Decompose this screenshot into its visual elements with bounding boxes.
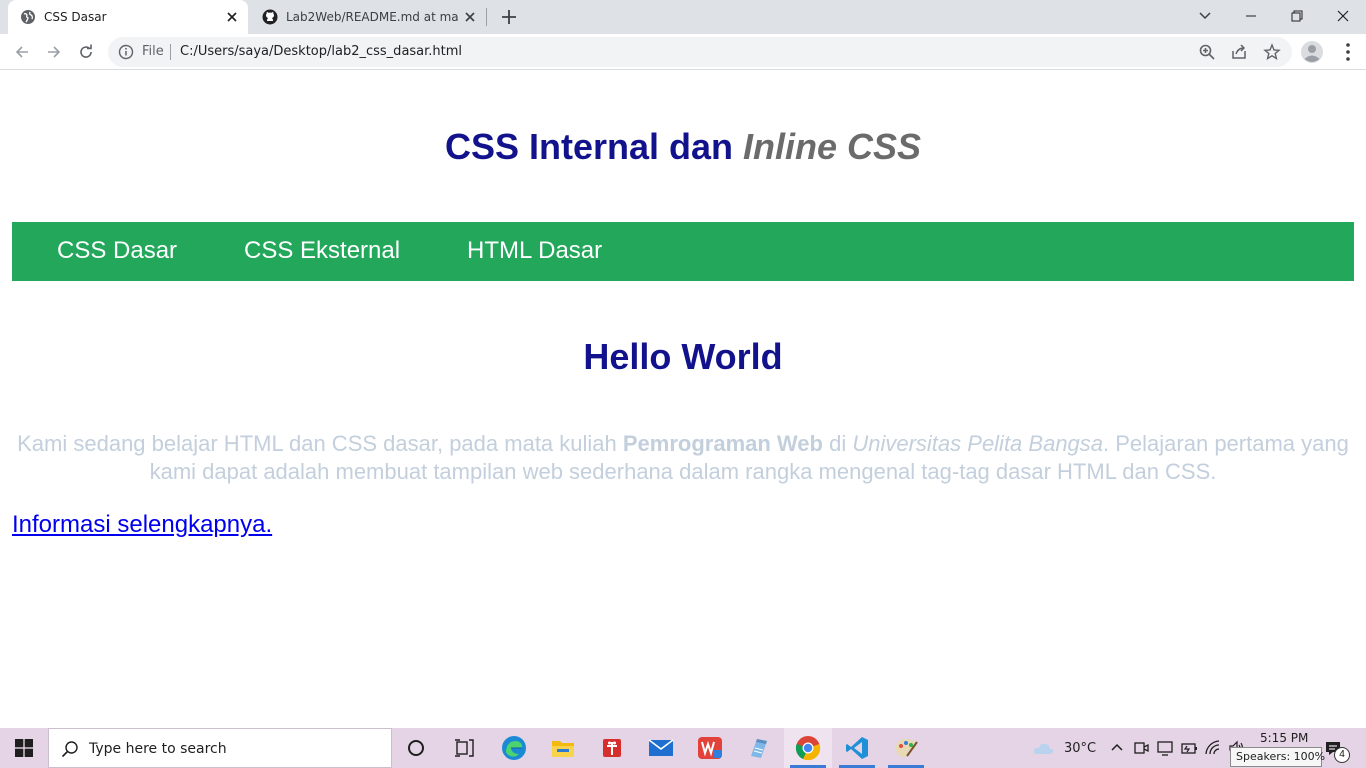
chrome-icon [795, 736, 821, 761]
edge-icon [502, 736, 526, 760]
edge-taskbar-button[interactable] [490, 728, 538, 768]
tab-title: Lab2Web/README.md at master [286, 10, 458, 24]
cortana-icon [408, 740, 424, 756]
globe-icon [21, 10, 35, 24]
bookmark-star-icon[interactable] [1263, 43, 1281, 61]
zoom-icon[interactable] [1198, 43, 1216, 61]
arrow-left-icon [15, 46, 28, 58]
github-icon [262, 9, 278, 25]
minimize-button[interactable] [1228, 0, 1274, 32]
nav-link-css-eksternal[interactable]: CSS Eksternal [244, 237, 400, 265]
nav-link-css-dasar[interactable]: CSS Dasar [57, 237, 177, 265]
taskbar: Type here to search 30°C 5:15 PM [0, 728, 1366, 768]
tab-strip: CSS Dasar Lab2Web/README.md at master [0, 0, 1366, 34]
reload-icon [80, 44, 92, 58]
clock-time[interactable]: 5:15 PM [1260, 731, 1308, 745]
paragraph-text: di [822, 431, 853, 456]
mail-button[interactable] [637, 728, 685, 768]
intro-paragraph: Kami sedang belajar HTML dan CSS dasar, … [12, 430, 1354, 486]
start-button[interactable] [0, 728, 48, 768]
chevron-up-icon[interactable] [1108, 739, 1126, 757]
notepad-button[interactable] [735, 728, 783, 768]
paint-taskbar-button[interactable] [882, 728, 930, 768]
reload-button[interactable] [74, 40, 98, 64]
file-explorer-icon [552, 741, 574, 757]
tab-github-readme[interactable]: Lab2Web/README.md at master [250, 0, 486, 34]
close-icon [1337, 10, 1349, 22]
close-tab-icon[interactable] [224, 9, 240, 25]
cortana-button[interactable] [392, 728, 440, 768]
vscode-icon [846, 737, 868, 759]
chrome-taskbar-button[interactable] [784, 728, 832, 768]
close-tab-icon[interactable] [462, 9, 478, 25]
wps-icon [698, 737, 722, 759]
paragraph-italic: Universitas Pelita Bangsa [852, 431, 1104, 456]
notification-count-badge: 4 [1334, 747, 1350, 763]
minimize-icon [1246, 15, 1256, 17]
paragraph-bold: Pemrograman Web [622, 431, 823, 456]
vscode-taskbar-button[interactable] [833, 728, 881, 768]
battery-icon[interactable] [1180, 739, 1198, 757]
navigation-bar: CSS Dasar CSS Eksternal HTML Dasar [12, 222, 1354, 281]
browser-toolbar: File C:/Users/saya/Desktop/lab2_css_dasa… [0, 34, 1366, 70]
address-separator [170, 44, 171, 60]
hello-heading: Hello World [583, 336, 783, 377]
page-title-inline: Inline CSS [743, 126, 922, 167]
share-icon[interactable] [1230, 43, 1248, 61]
more-info-link[interactable]: Informasi selengkapnya. [12, 511, 272, 539]
task-view-button[interactable] [440, 728, 488, 768]
tab-separator [486, 8, 487, 26]
gift-app-button[interactable] [588, 728, 636, 768]
new-tab-icon[interactable] [498, 6, 520, 28]
weather-temperature[interactable]: 30°C [1064, 741, 1096, 756]
paragraph-text: Kami sedang belajar HTML dan CSS dasar, … [17, 431, 623, 456]
wps-office-button[interactable] [686, 728, 734, 768]
mail-icon [648, 739, 674, 756]
display-icon[interactable] [1156, 739, 1174, 757]
web-page: CSS Internal dan Inline CSS CSS Dasar CS… [0, 71, 1366, 728]
windows-logo-icon [15, 739, 33, 757]
meet-now-icon[interactable] [1132, 739, 1150, 757]
more-menu-icon[interactable] [1336, 40, 1360, 64]
volume-tooltip: Speakers: 100% [1230, 747, 1325, 767]
gift-icon [603, 739, 621, 757]
paint-icon [895, 739, 918, 758]
forward-button[interactable] [42, 40, 66, 64]
tab-search-button[interactable] [1182, 0, 1228, 32]
address-url[interactable]: C:/Users/saya/Desktop/lab2_css_dasar.htm… [180, 44, 462, 59]
arrow-right-icon [48, 46, 61, 58]
weather-cloud-icon[interactable] [1032, 739, 1056, 757]
page-title: CSS Internal dan Inline CSS [0, 126, 1366, 168]
tab-title: CSS Dasar [44, 10, 107, 24]
notepad-icon [751, 739, 767, 758]
close-window-button[interactable] [1320, 0, 1366, 32]
nav-link-html-dasar[interactable]: HTML Dasar [467, 237, 602, 265]
tab-css-dasar[interactable]: CSS Dasar [8, 0, 248, 34]
search-placeholder: Type here to search [89, 741, 227, 757]
address-scheme-label: File [142, 44, 164, 59]
taskbar-search-box[interactable]: Type here to search [48, 728, 392, 768]
profile-avatar-icon[interactable] [1300, 40, 1324, 64]
back-button[interactable] [10, 40, 34, 64]
file-explorer-button[interactable] [539, 728, 587, 768]
task-view-icon [455, 739, 474, 757]
address-bar[interactable]: File C:/Users/saya/Desktop/lab2_css_dasa… [108, 37, 1292, 67]
search-icon [61, 741, 78, 758]
wifi-icon[interactable] [1204, 739, 1222, 757]
restore-button[interactable] [1274, 0, 1320, 32]
page-title-main: CSS Internal dan [444, 126, 744, 167]
info-icon[interactable] [118, 44, 134, 60]
chevron-down-icon [1199, 12, 1211, 20]
restore-icon [1291, 10, 1303, 22]
